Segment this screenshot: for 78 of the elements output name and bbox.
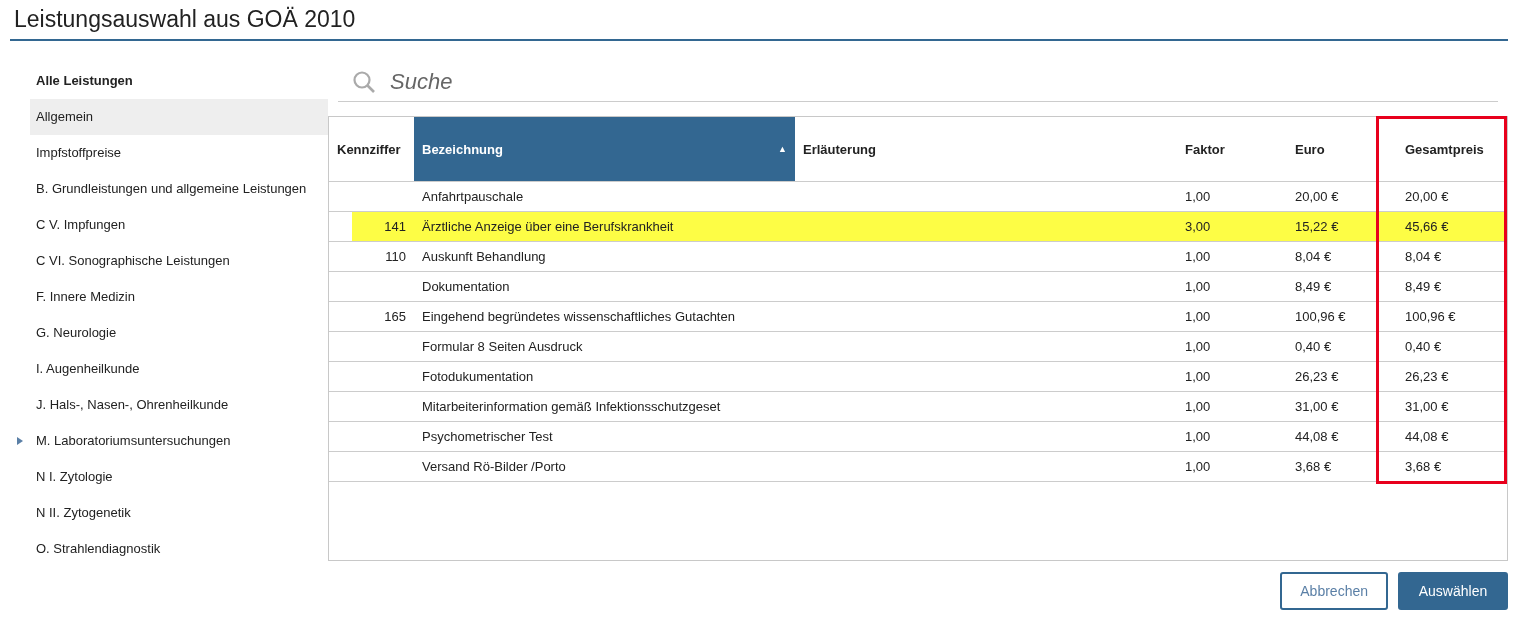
table-cell: 1,00	[1185, 459, 1211, 474]
table-cell: 15,22 €	[1295, 219, 1339, 234]
table-cell: Dokumentation	[422, 279, 510, 294]
column-header[interactable]: Faktor	[1177, 117, 1287, 181]
table-cell: 1,00	[1185, 309, 1211, 324]
table-cell: 3,68 €	[1295, 459, 1332, 474]
sidebar-item[interactable]: C V. Impfungen	[14, 207, 328, 243]
table-cell: 1,00	[1185, 249, 1211, 264]
sidebar-item[interactable]: I. Augenheilkunde	[14, 351, 328, 387]
table-cell: 45,66 €	[1405, 219, 1449, 234]
table-cell: Ärztliche Anzeige über eine Berufskrankheit	[422, 219, 674, 234]
table-cell: 1,00	[1185, 429, 1211, 444]
sidebar-heading[interactable]: Alle Leistungen	[14, 63, 328, 99]
table-row[interactable]: Formular 8 Seiten Ausdruck 1,00 0,40 € 0,40 €	[329, 332, 1507, 362]
sidebar-item[interactable]: J. Hals-, Nasen-, Ohrenheilkunde	[14, 387, 328, 423]
table-cell: 1,00	[1185, 279, 1211, 294]
table-cell: 110	[385, 249, 406, 264]
table-cell: 20,00 €	[1295, 189, 1339, 204]
sidebar-item[interactable]: G. Neurologie	[14, 315, 328, 351]
table-cell: 8,04 €	[1295, 249, 1332, 264]
table-cell: Fotodukumentation	[422, 369, 534, 384]
table-cell: Eingehend begründetes wissenschaftliches Gutachten	[422, 309, 735, 324]
table-cell: 31,00 €	[1295, 399, 1339, 414]
table-row[interactable]: Fotodukumentation 1,00 26,23 € 26,23 €	[329, 362, 1507, 392]
table-cell: Mitarbeiterinformation gemäß Infektionsschutzgeset	[422, 399, 721, 414]
table-cell: 1,00	[1185, 339, 1211, 354]
table-cell: 26,23 €	[1295, 369, 1339, 384]
table-row[interactable]: Anfahrtpauschale 1,00 20,00 € 20,00 €	[329, 182, 1507, 212]
table-cell: 20,00 €	[1405, 189, 1449, 204]
sidebar-item[interactable]: Impfstoffpreise	[14, 135, 328, 171]
table-cell: 0,40 €	[1295, 339, 1332, 354]
table-cell: 0,40 €	[1405, 339, 1442, 354]
table-cell: Auskunft Behandlung	[422, 249, 546, 264]
table-cell: 165	[384, 309, 406, 324]
sort-arrow-icon: ▲	[778, 144, 787, 154]
cancel-button[interactable]: Abbrechen	[1280, 572, 1388, 610]
table-row[interactable]: Versand Rö-Bilder /Porto 1,00 3,68 € 3,68 €	[329, 452, 1507, 482]
table-cell: 141	[384, 219, 406, 234]
search-icon	[352, 70, 376, 94]
expand-arrow-icon[interactable]	[17, 437, 23, 445]
column-header[interactable]: Kennziffer	[329, 117, 414, 181]
table-cell: 8,04 €	[1405, 249, 1442, 264]
sidebar-item[interactable]: N I. Zytologie	[14, 459, 328, 495]
column-header[interactable]: Gesamtpreis	[1397, 117, 1507, 181]
table-cell: 1,00	[1185, 369, 1211, 384]
table-cell: 1,00	[1185, 399, 1211, 414]
table-cell: Versand Rö-Bilder /Porto	[422, 459, 566, 474]
column-header[interactable]: Erläuterung	[795, 117, 1177, 181]
table-row[interactable]: Psychometrischer Test 1,00 44,08 € 44,08 €	[329, 422, 1507, 452]
table-cell: 44,08 €	[1405, 429, 1449, 444]
table-cell: 3,68 €	[1405, 459, 1442, 474]
table-row[interactable]: 110 Auskunft Behandlung 1,00 8,04 € 8,04 €	[329, 242, 1507, 272]
table-cell: 8,49 €	[1295, 279, 1332, 294]
table-row[interactable]: Dokumentation 1,00 8,49 € 8,49 €	[329, 272, 1507, 302]
table-row[interactable]: 141 Ärztliche Anzeige über eine Berufskrankheit 3,00 15,22 € 45,66 €	[329, 212, 1507, 242]
table-cell: 3,00	[1185, 219, 1211, 234]
sidebar-item[interactable]: O. Strahlendiagnostik	[14, 531, 328, 567]
table-row[interactable]: 165 Eingehend begründetes wissenschaftliches Gutachten 1,00 100,96 € 100,96 €	[329, 302, 1507, 332]
table-cell: 100,96 €	[1405, 309, 1456, 324]
table-cell: 8,49 €	[1405, 279, 1442, 294]
column-header[interactable]: Euro	[1287, 117, 1397, 181]
table-cell: Psychometrischer Test	[422, 429, 553, 444]
table-cell: 44,08 €	[1295, 429, 1339, 444]
table-cell: Anfahrtpauschale	[422, 189, 524, 204]
column-header[interactable]: Bezeichnung ▲	[414, 117, 795, 181]
select-button[interactable]: Auswählen	[1398, 572, 1508, 610]
table-cell: 31,00 €	[1405, 399, 1449, 414]
table-cell: 26,23 €	[1405, 369, 1449, 384]
sidebar-item[interactable]: C VI. Sonographische Leistungen	[14, 243, 328, 279]
sidebar-item[interactable]: F. Innere Medizin	[14, 279, 328, 315]
sidebar-item[interactable]: N II. Zytogenetik	[14, 495, 328, 531]
sidebar-item[interactable]: B. Grundleistungen und allgemeine Leistungen	[14, 171, 328, 207]
table-cell: 100,96 €	[1295, 309, 1346, 324]
table-cell: 1,00	[1185, 189, 1211, 204]
table-cell: Formular 8 Seiten Ausdruck	[422, 339, 583, 354]
dialog-title: Leistungsauswahl aus GOÄ 2010	[10, 0, 1508, 41]
table-row[interactable]: Mitarbeiterinformation gemäß Infektionsschutzgeset 1,00 31,00 € 31,00 €	[329, 392, 1507, 422]
sidebar-item[interactable]: M. Laboratoriumsuntersuchungen	[14, 423, 328, 459]
